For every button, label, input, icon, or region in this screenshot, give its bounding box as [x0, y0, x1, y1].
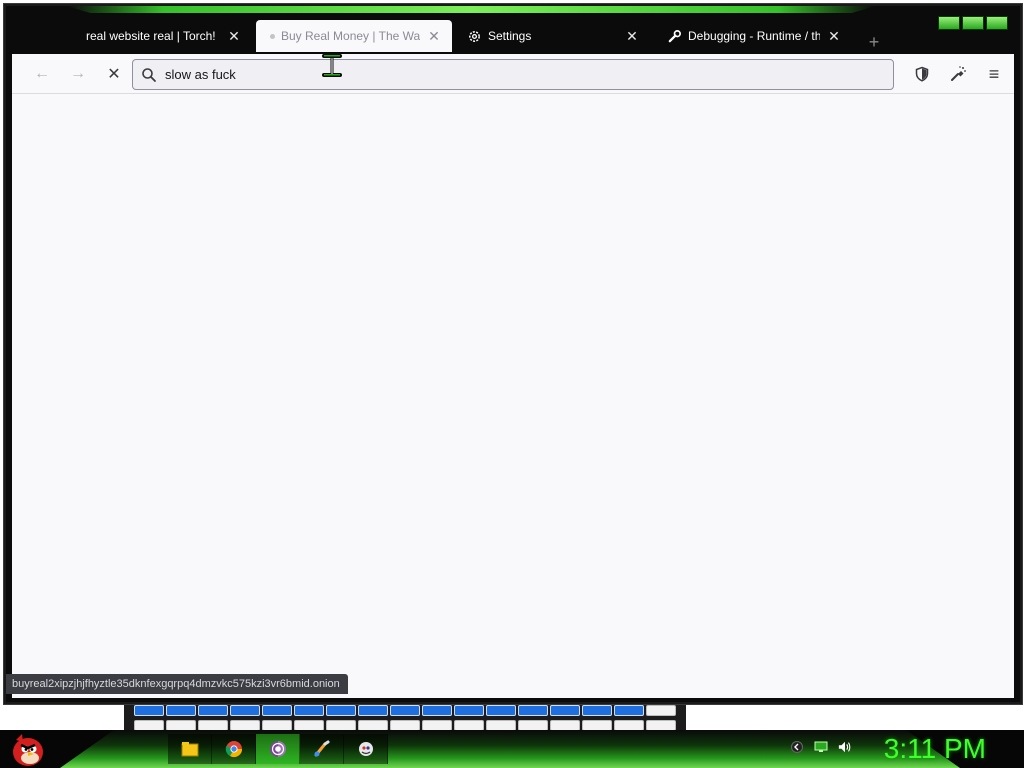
link-status-tooltip: buyreal2xipzjhjfhyztle35dknfexgqrpq4dmzv… — [6, 674, 348, 694]
loading-dot-icon — [270, 33, 275, 39]
taskbar-app-list — [168, 734, 388, 764]
tab-label: real website real | Torch! — [86, 29, 216, 43]
tab-close-icon[interactable]: ✕ — [426, 28, 442, 44]
back-button[interactable]: ← — [30, 62, 54, 86]
tab-close-icon[interactable]: ✕ — [826, 28, 842, 44]
taskbar: 3:11 PM — [0, 730, 1024, 768]
stop-loading-button[interactable]: ✕ — [102, 62, 126, 86]
tab-close-icon[interactable]: ✕ — [226, 28, 242, 44]
chrome-icon[interactable] — [212, 734, 256, 764]
menu-button[interactable]: ≡ — [982, 62, 1006, 86]
tab-label: Settings — [488, 29, 532, 43]
tab-real-website[interactable]: real website real | Torch! ✕ — [76, 20, 252, 52]
search-icon — [141, 67, 157, 83]
paint-icon[interactable] — [300, 734, 344, 764]
new-identity-broom-icon[interactable] — [946, 62, 970, 86]
tab-buy-real-money[interactable]: Buy Real Money | The Way ✕ — [256, 20, 452, 52]
gear-icon — [466, 28, 482, 44]
page-content-area — [12, 94, 1014, 698]
browser-window: real website real | Torch! ✕ Buy Real Mo… — [4, 4, 1022, 704]
start-button-angry-bird-icon[interactable] — [6, 730, 50, 768]
network-icon[interactable] — [814, 740, 828, 754]
tab-close-icon[interactable]: ✕ — [624, 28, 640, 44]
tab-settings[interactable]: Settings ✕ — [456, 20, 650, 52]
media-icon[interactable] — [344, 734, 388, 764]
navigation-toolbar: ← → ✕ slow as fuck ≡ — [12, 54, 1014, 94]
text-cursor-icon — [320, 52, 344, 80]
tab-label: Buy Real Money | The Way — [281, 29, 420, 43]
forward-button[interactable]: → — [66, 62, 90, 86]
file-explorer-icon[interactable] — [168, 734, 212, 764]
tab-strip: real website real | Torch! ✕ Buy Real Mo… — [6, 18, 1020, 54]
tab-debugging[interactable]: Debugging - Runtime / this ✕ — [656, 20, 852, 52]
new-tab-button[interactable]: + — [864, 32, 884, 52]
volume-icon[interactable] — [838, 740, 852, 754]
background-keyboard-window — [124, 702, 686, 732]
url-bar[interactable]: slow as fuck — [132, 59, 894, 90]
taskbar-clock[interactable]: 3:11 PM — [884, 732, 986, 766]
wrench-icon — [666, 28, 682, 44]
shield-icon[interactable] — [910, 62, 934, 86]
url-input-value: slow as fuck — [165, 67, 236, 82]
tab-label: Debugging - Runtime / this — [688, 29, 820, 43]
window-title-glow — [66, 6, 876, 13]
tray-arrow-icon[interactable] — [790, 740, 804, 754]
tor-browser-icon[interactable] — [256, 734, 300, 764]
system-tray — [790, 740, 852, 754]
